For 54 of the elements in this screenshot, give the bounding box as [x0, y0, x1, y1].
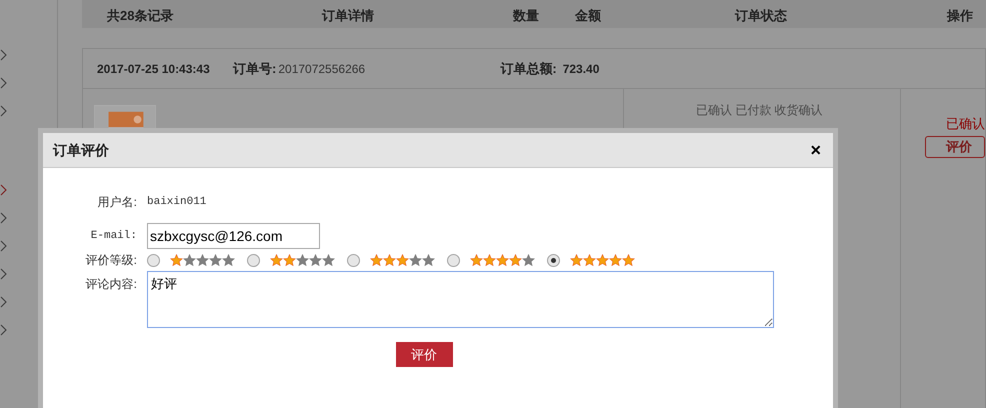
column-header: 数量	[513, 7, 539, 25]
radio-button[interactable]	[347, 254, 360, 266]
star-icon	[270, 254, 283, 266]
star-icon	[622, 254, 635, 266]
order-state: 已确认	[946, 115, 985, 133]
submit-button[interactable]: 评价	[396, 342, 452, 367]
star-icon	[283, 254, 296, 266]
star-icon	[409, 254, 422, 266]
star-icon	[322, 254, 335, 266]
star-icon	[383, 254, 396, 266]
radio-button[interactable]	[547, 254, 560, 266]
order-number: 2017072556266	[278, 60, 366, 78]
star-icon	[170, 254, 183, 266]
email-field[interactable]: szbxcgysc@126.com	[147, 223, 320, 249]
star-icon	[483, 254, 496, 266]
radio-button[interactable]	[247, 254, 260, 266]
star-icon	[183, 254, 196, 266]
order-total-label: 订单总额:	[500, 60, 557, 78]
username-value: baixin011	[147, 195, 208, 210]
order-status: 已确认 已付款 收货确认	[696, 103, 823, 117]
order-date: 2017-07-25 10:43:43	[97, 60, 211, 78]
star-icon	[370, 254, 383, 266]
comment-field[interactable]: 好评	[147, 271, 774, 328]
radio-button[interactable]	[147, 254, 160, 266]
comment-label: 评论内容:	[84, 276, 137, 293]
email-label: E-mail:	[90, 228, 137, 244]
column-header: 共28条记录	[107, 7, 174, 25]
column-header: 订单状态	[735, 7, 787, 25]
star-icon	[196, 254, 209, 266]
star-icon	[496, 254, 509, 266]
star-icon	[522, 254, 535, 266]
username-label: 用户名:	[96, 194, 137, 211]
star-icon	[583, 254, 596, 266]
star-icon	[396, 254, 409, 266]
close-button[interactable]: ×	[810, 141, 821, 159]
column-header: 操作	[947, 7, 973, 25]
dialog-title: 订单评价	[53, 140, 109, 160]
order-number-label: 订单号:	[233, 60, 276, 78]
star-icon	[509, 254, 522, 266]
star-icon	[222, 254, 235, 266]
column-header: 订单详情	[322, 7, 374, 25]
radio-button[interactable]	[447, 254, 460, 266]
star-icon	[470, 254, 483, 266]
star-icon	[296, 254, 309, 266]
star-icon	[609, 254, 622, 266]
star-icon	[209, 254, 222, 266]
star-icon	[422, 254, 435, 266]
column-header: 金额	[575, 7, 601, 25]
star-icon	[309, 254, 322, 266]
rating-label: 评价等级:	[84, 252, 137, 269]
star-icon	[570, 254, 583, 266]
star-icon	[596, 254, 609, 266]
order-total: 723.40	[562, 60, 600, 78]
review-button[interactable]: 评价	[925, 136, 985, 158]
